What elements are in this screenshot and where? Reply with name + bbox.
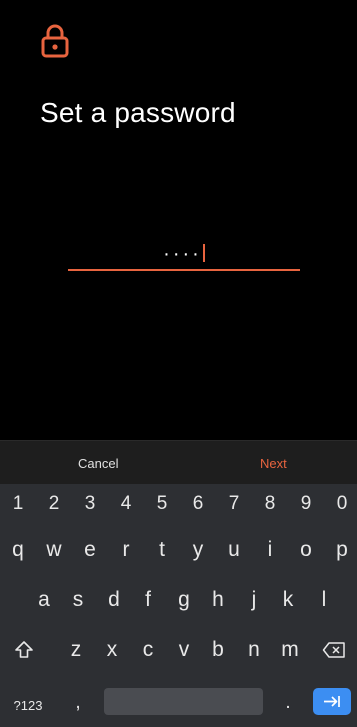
key-t[interactable]: t xyxy=(146,532,178,568)
key-2[interactable]: 2 xyxy=(38,488,70,520)
key-g[interactable]: g xyxy=(168,582,200,618)
key-p[interactable]: p xyxy=(326,532,357,568)
key-q[interactable]: q xyxy=(2,532,34,568)
key-8[interactable]: 8 xyxy=(254,488,286,520)
key-c[interactable]: c xyxy=(132,632,164,668)
key-9[interactable]: 9 xyxy=(290,488,322,520)
symbols-key[interactable]: ?123 xyxy=(6,688,50,724)
key-n[interactable]: n xyxy=(238,632,270,668)
key-w[interactable]: w xyxy=(38,532,70,568)
key-3[interactable]: 3 xyxy=(74,488,106,520)
cancel-button[interactable]: Cancel xyxy=(78,441,118,485)
keyboard-number-row: 1 2 3 4 5 6 7 8 9 0 xyxy=(0,484,357,522)
key-z[interactable]: z xyxy=(60,632,92,668)
key-v[interactable]: v xyxy=(168,632,200,668)
next-button[interactable]: Next xyxy=(260,441,287,485)
key-e[interactable]: e xyxy=(74,532,106,568)
key-5[interactable]: 5 xyxy=(146,488,178,520)
keyboard-asdf-row: a s d f g h j k l xyxy=(0,578,357,618)
key-4[interactable]: 4 xyxy=(110,488,142,520)
key-d[interactable]: d xyxy=(98,582,130,618)
key-r[interactable]: r xyxy=(110,532,142,568)
key-s[interactable]: s xyxy=(62,582,94,618)
text-cursor xyxy=(202,244,205,262)
keyboard-zxcv-row: z x c v b n m xyxy=(0,628,357,668)
password-mask-text: ···· xyxy=(163,243,202,265)
key-m[interactable]: m xyxy=(274,632,306,668)
key-f[interactable]: f xyxy=(132,582,164,618)
action-bar: Cancel Next xyxy=(0,440,357,485)
key-7[interactable]: 7 xyxy=(218,488,250,520)
space-key[interactable] xyxy=(104,688,263,715)
keyboard-qwerty-row: q w e r t y u i o p xyxy=(0,528,357,568)
lock-icon xyxy=(41,24,69,58)
key-b[interactable]: b xyxy=(202,632,234,668)
backspace-key[interactable] xyxy=(316,632,352,668)
backspace-icon xyxy=(322,642,345,658)
key-k[interactable]: k xyxy=(272,582,304,618)
key-0[interactable]: 0 xyxy=(326,488,357,520)
key-o[interactable]: o xyxy=(290,532,322,568)
key-l[interactable]: l xyxy=(308,582,340,618)
page-title: Set a password xyxy=(40,97,236,128)
password-field[interactable]: ···· xyxy=(68,240,300,271)
key-i[interactable]: i xyxy=(254,532,286,568)
key-x[interactable]: x xyxy=(96,632,128,668)
password-underline xyxy=(68,269,300,271)
keyboard-bottom-row: ?123 , . xyxy=(0,678,357,727)
comma-key[interactable]: , xyxy=(58,688,98,724)
key-h[interactable]: h xyxy=(202,582,234,618)
key-y[interactable]: y xyxy=(182,532,214,568)
shift-key[interactable] xyxy=(6,632,42,668)
period-key[interactable]: . xyxy=(270,688,306,724)
enter-key[interactable] xyxy=(313,688,351,715)
key-6[interactable]: 6 xyxy=(182,488,214,520)
key-1[interactable]: 1 xyxy=(2,488,34,520)
enter-icon xyxy=(324,696,340,707)
key-u[interactable]: u xyxy=(218,532,250,568)
key-j[interactable]: j xyxy=(238,582,270,618)
password-value: ···· xyxy=(68,242,300,266)
soft-keyboard: 1 2 3 4 5 6 7 8 9 0 q w e r t y u i o p … xyxy=(0,484,357,727)
shift-icon xyxy=(15,641,33,658)
key-a[interactable]: a xyxy=(28,582,60,618)
